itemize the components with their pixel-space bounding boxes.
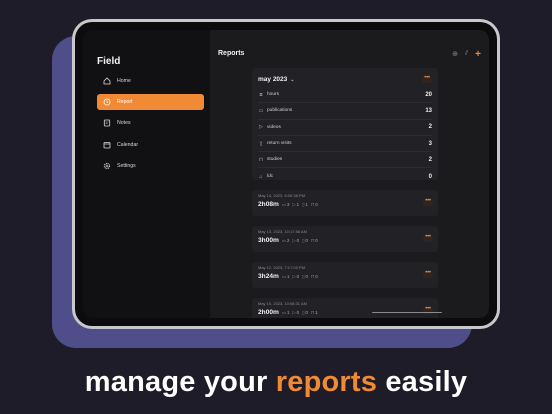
entry-duration: 2h00m	[258, 309, 279, 316]
book-icon: ▭	[281, 274, 286, 279]
entry-publications: ▭2	[281, 238, 290, 243]
header-actions: ⊕ ⫽ +	[452, 49, 481, 59]
sidebar-item-label: Report	[117, 99, 133, 106]
entry-return-visits: ▯0	[302, 238, 308, 243]
entry-studies: ⊓0	[310, 238, 318, 243]
entry-return-visits: ▯0	[302, 274, 308, 279]
sidebar-item-home[interactable]: Home	[97, 73, 204, 89]
chevron-down-icon: ⌄	[290, 76, 295, 83]
stat-value: 13	[425, 107, 432, 114]
app-screen: 14:06 ••• ◠ 100% Field Home	[83, 30, 489, 318]
studies-icon: ⊓	[310, 238, 315, 243]
month-summary-card: may 2023 ⌄ ••• ⧖ hours 20 ▭ publications 13	[252, 68, 438, 180]
stat-row-publications: ▭ publications 13	[258, 103, 432, 120]
ldc-icon: ⌂	[259, 173, 263, 180]
tablet-frame: 14:06 ••• ◠ 100% Field Home	[72, 19, 500, 329]
calendar-icon	[103, 141, 111, 149]
video-icon: ▷	[292, 274, 296, 279]
studies-icon: ⊓	[310, 274, 315, 279]
report-entry[interactable]: May 14, 2023, 6:00:38 PM 2h08m ▭3 ▷1 ▯1 …	[252, 190, 438, 216]
entry-date: May 14, 2023, 6:00:38 PM	[258, 193, 305, 198]
main-panel: Reports ⊕ ⫽ + may 2023 ⌄ ••• ⧖ hours 20 …	[210, 30, 489, 318]
more-button[interactable]: •••	[423, 198, 433, 206]
stat-row-ldc: ⌂ ldc 0	[259, 173, 432, 180]
entry-studies: ⊓0	[310, 274, 318, 279]
entry-videos: ▷0	[292, 274, 300, 279]
more-button[interactable]: •••	[423, 270, 433, 278]
entry-publications: ▭3	[281, 202, 290, 207]
add-report-button[interactable]: +	[475, 49, 481, 59]
stat-value: 0	[428, 173, 432, 180]
entry-duration: 3h00m	[258, 237, 279, 244]
stat-value: 2	[428, 156, 432, 163]
video-icon: ▷	[292, 310, 296, 315]
book-icon: ▭	[281, 238, 286, 243]
sidebar-item-notes[interactable]: Notes	[97, 115, 204, 131]
video-icon: ▷	[292, 238, 296, 243]
entry-return-visits: ▯1	[302, 202, 308, 207]
entry-videos: ▷0	[292, 310, 300, 315]
home-icon	[103, 77, 111, 85]
sidebar-item-label: Calendar	[117, 141, 139, 148]
book-icon: ▭	[281, 310, 286, 315]
gear-icon	[103, 162, 111, 170]
entry-studies: ⊓1	[310, 310, 318, 315]
sidebar-item-calendar[interactable]: Calendar	[97, 137, 204, 153]
entry-duration: 2h08m	[258, 201, 279, 208]
sidebar-nav: Home Report Notes Calendar Settings	[97, 73, 204, 179]
studies-icon: ⊓	[310, 202, 315, 207]
entry-return-visits: ▯0	[302, 310, 308, 315]
target-icon[interactable]: ⊕	[452, 50, 458, 58]
app-title: Field	[97, 56, 121, 67]
sidebar-item-label: Home	[117, 78, 131, 84]
studies-icon: ⊓	[259, 156, 263, 163]
sidebar-item-report[interactable]: Report	[97, 94, 204, 111]
book-icon: ▭	[258, 107, 264, 114]
notes-icon	[103, 119, 111, 127]
sidebar-item-label: Settings	[117, 162, 136, 169]
stat-row-hours: ⧖ hours 20	[258, 87, 432, 104]
more-button[interactable]: •••	[422, 75, 432, 83]
chart-icon[interactable]: ⫽	[465, 50, 468, 58]
stat-value: 20	[425, 91, 432, 98]
report-entry[interactable]: May 13, 2023, 10:17:58 AM 3h00m ▭2 ▷0 ▯0…	[252, 226, 438, 252]
stat-row-videos: ▷ videos 2	[258, 120, 432, 136]
book-icon: ▭	[281, 202, 286, 207]
report-entry[interactable]: May 12, 2023, 7:17:03 PM 3h24m ▭1 ▷0 ▯0 …	[252, 262, 438, 288]
marketing-tagline: manage your reports easily	[84, 366, 468, 398]
reports-list: may 2023 ⌄ ••• ⧖ hours 20 ▭ publications 13	[252, 68, 438, 318]
month-selector[interactable]: may 2023 ⌄	[258, 76, 294, 83]
home-indicator	[372, 311, 442, 313]
clock-icon	[103, 98, 111, 106]
stat-value: 3	[428, 140, 432, 147]
entry-publications: ▭1	[281, 310, 290, 315]
entry-date: May 13, 2023, 10:17:58 AM	[258, 229, 307, 234]
entry-date: May 10, 2023, 10:08:31 AM	[258, 301, 307, 306]
hourglass-icon: ⧖	[259, 91, 263, 98]
video-icon: ▷	[292, 202, 296, 207]
entry-publications: ▭1	[281, 274, 290, 279]
video-icon: ▷	[259, 124, 263, 131]
sidebar-item-label: Notes	[117, 120, 131, 127]
more-button[interactable]: •••	[423, 234, 433, 242]
stat-value: 2	[428, 124, 432, 131]
entry-studies: ⊓0	[310, 202, 318, 207]
entry-videos: ▷1	[292, 202, 300, 207]
entry-videos: ▷0	[292, 238, 300, 243]
report-entry[interactable]: May 10, 2023, 10:08:31 AM 2h00m ▭1 ▷0 ▯0…	[252, 298, 438, 318]
sidebar: Field Home Report Notes Calendar Setting…	[83, 30, 209, 318]
sidebar-item-settings[interactable]: Settings	[97, 158, 204, 174]
entry-date: May 12, 2023, 7:17:03 PM	[258, 265, 305, 270]
entry-duration: 3h24m	[258, 273, 279, 280]
page-title: Reports	[218, 50, 245, 57]
stat-row-studies: ⊓ studies 2	[258, 152, 432, 169]
stat-row-return-visits: ▯ return visits 3	[258, 136, 432, 153]
return-visit-icon: ▯	[259, 140, 263, 147]
studies-icon: ⊓	[310, 310, 315, 315]
